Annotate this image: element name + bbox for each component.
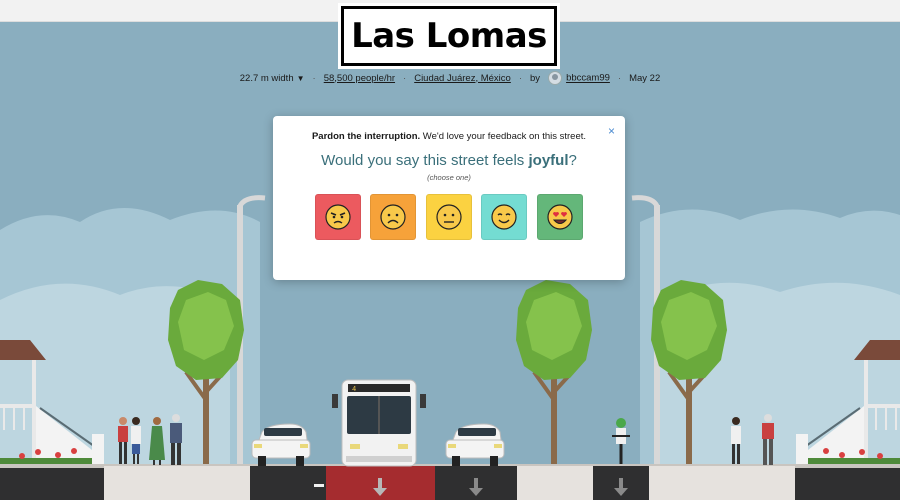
feedback-intro-rest: We'd love your feedback on this street.: [420, 131, 587, 142]
feedback-intro-bold: Pardon the interruption.: [311, 131, 421, 142]
drive-lane-left: [250, 466, 326, 500]
heart-eyes-face-button[interactable]: [537, 194, 583, 240]
author-name[interactable]: bbccam99: [566, 73, 610, 84]
feedback-intro: Pardon the interruption. We'd love your …: [273, 131, 625, 142]
author-link[interactable]: bbccam99: [548, 71, 610, 85]
bus: 4: [332, 379, 426, 467]
feedback-hint: (choose one): [427, 173, 471, 182]
question-prefix: Would you say this street feels: [321, 152, 529, 169]
sidewalk-left: [104, 466, 250, 500]
neutral-face-button[interactable]: [426, 194, 472, 240]
angry-face-icon[interactable]: [324, 203, 352, 231]
angry-face-button[interactable]: [315, 194, 361, 240]
caret-down-icon[interactable]: ▼: [297, 74, 305, 83]
street-width-selector[interactable]: 22.7 m width ▼: [240, 73, 305, 84]
street-width-value[interactable]: 22.7 m width: [240, 73, 294, 84]
street-name[interactable]: Las Lomas: [351, 16, 547, 56]
sad-face-button[interactable]: [370, 194, 416, 240]
question-suffix: ?: [568, 152, 577, 169]
capacity-link[interactable]: 58,500 people/hr: [324, 73, 395, 84]
heart-eyes-face-icon[interactable]: [546, 203, 574, 231]
street-date: May 22: [629, 72, 661, 84]
feedback-dialog: × Pardon the interruption. We'd love you…: [273, 116, 625, 280]
location-link[interactable]: Ciudad Juárez, México: [414, 73, 511, 84]
user-avatar-icon[interactable]: [548, 71, 563, 85]
median: [517, 466, 593, 500]
street-meta-bar: 22.7 m width ▼ · 58,500 people/hr · Ciuda…: [239, 71, 661, 85]
feedback-question: Would you say this street feels joyful?: [273, 152, 625, 169]
smiling-face-icon[interactable]: [490, 203, 518, 231]
smiling-face-button[interactable]: [481, 194, 527, 240]
by-label: by: [530, 72, 541, 84]
question-word: joyful: [528, 152, 569, 169]
neutral-face-icon[interactable]: [435, 203, 463, 231]
bus-route-number: 4: [352, 386, 356, 394]
sad-face-icon[interactable]: [379, 203, 407, 231]
sidewalk-right: [649, 466, 795, 500]
street-name-sign[interactable]: Las Lomas: [341, 6, 557, 66]
